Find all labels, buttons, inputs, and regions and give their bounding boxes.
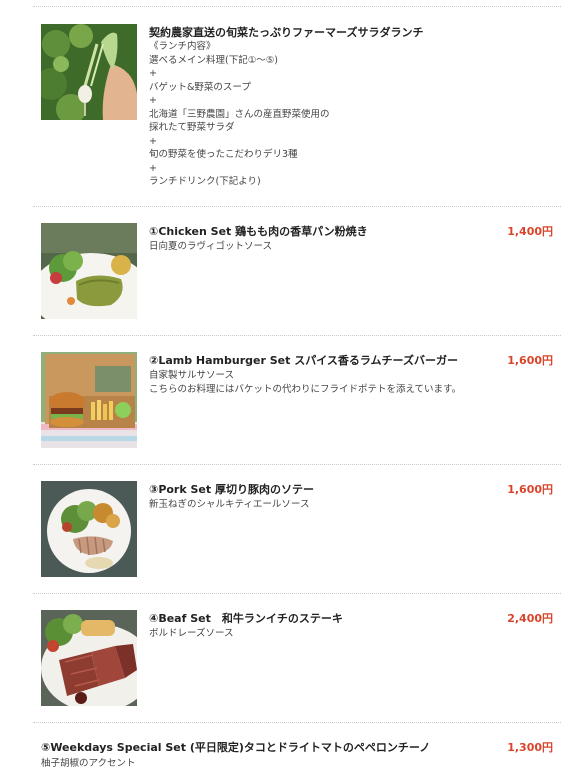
- divider: [33, 6, 561, 7]
- item-description: 日向夏のラヴィゴットソース: [149, 241, 273, 252]
- menu-item-chicken-set: ①Chicken Set 鶏もも肉の香草パン粉焼き 1,400円 日向夏のラヴィ…: [33, 217, 561, 327]
- menu-item-farmers-salad-lunch: 契約農家直送の旬菜たっぷりファーマーズサラダランチ 《ランチ内容》 選べるメイン…: [33, 18, 561, 198]
- steak-plate-photo: [41, 610, 137, 706]
- item-description: ボルドレーズソース: [149, 628, 234, 639]
- item-title: ①Chicken Set 鶏もも肉の香草パン粉焼き: [149, 225, 368, 238]
- item-title: ⑤Weekdays Special Set (平日限定)タコとドライトマトのペペ…: [41, 741, 431, 754]
- divider: [33, 464, 561, 465]
- item-description: 自家製サルサソース こちらのお料理にはバケットの代わりにフライドポテトを添えてい…: [149, 370, 462, 395]
- item-price: 1,300円: [507, 741, 553, 754]
- burger-box-photo: [41, 352, 137, 448]
- menu-item-beaf-set: ④Beaf Set 和牛ランイチのステーキ 2,400円 ボルドレーズソース: [33, 604, 561, 714]
- divider: [33, 335, 561, 336]
- radish-harvest-photo: [41, 24, 137, 120]
- item-title: ②Lamb Hamburger Set スパイス香るラムチーズバーガー: [149, 354, 458, 367]
- pork-plate-photo: [41, 481, 137, 577]
- item-title: 契約農家直送の旬菜たっぷりファーマーズサラダランチ: [149, 26, 424, 39]
- item-description: 《ランチ内容》 選べるメイン料理(下記①〜⑤) + バゲット&野菜のスープ + …: [149, 41, 330, 187]
- divider: [33, 206, 561, 207]
- item-title: ④Beaf Set 和牛ランイチのステーキ: [149, 612, 343, 625]
- item-description: 柚子胡椒のアクセント: [41, 758, 136, 769]
- menu-item-pork-set: ③Pork Set 厚切り豚肉のソテー 1,600円 新玉ねぎのシャルキティエー…: [33, 475, 561, 585]
- divider: [33, 593, 561, 594]
- item-description: 新玉ねぎのシャルキティエールソース: [149, 499, 310, 510]
- item-price: 1,600円: [507, 354, 553, 367]
- item-title: ③Pork Set 厚切り豚肉のソテー: [149, 483, 314, 496]
- item-price: 1,600円: [507, 483, 553, 496]
- menu-item-weekdays-special-set: ⑤Weekdays Special Set (平日限定)タコとドライトマトのペペ…: [33, 734, 561, 780]
- chicken-plate-photo: [41, 223, 137, 319]
- menu-item-lamb-hamburger-set: ②Lamb Hamburger Set スパイス香るラムチーズバーガー 1,60…: [33, 346, 561, 456]
- item-price: 1,400円: [507, 225, 553, 238]
- item-price: 2,400円: [507, 612, 553, 625]
- divider: [33, 722, 561, 723]
